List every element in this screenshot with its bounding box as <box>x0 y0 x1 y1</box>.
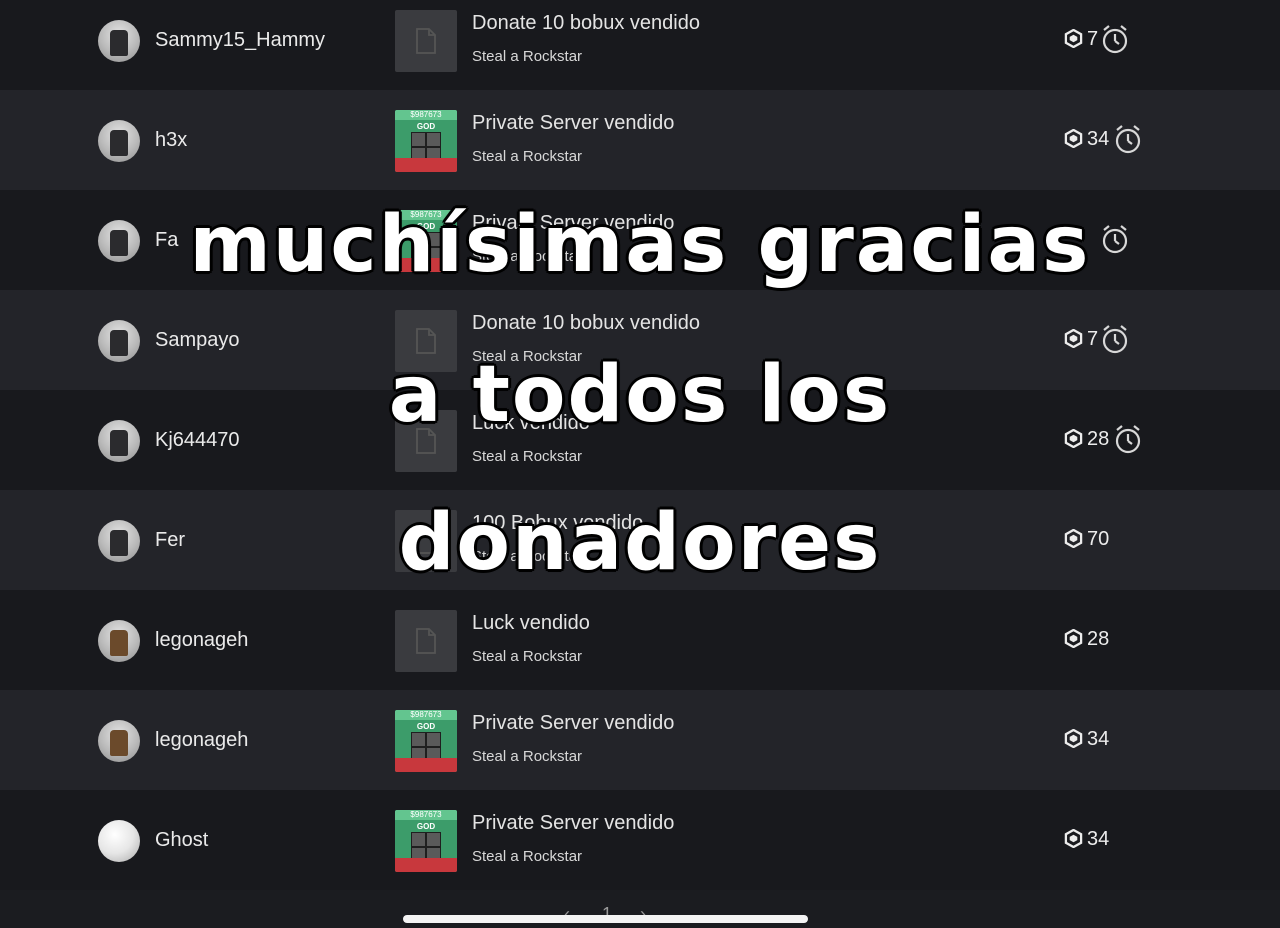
username[interactable]: Ghost <box>155 829 208 852</box>
thumbnail-price: $987673 <box>410 810 442 819</box>
robux-amount: 70 <box>1087 528 1110 550</box>
transaction-row[interactable]: legonageh Luck vendido Steal a Rockstar 28 <box>0 590 1280 690</box>
item-thumbnail: $987673 GOD <box>395 810 457 872</box>
username[interactable]: h3x <box>155 129 187 152</box>
home-indicator[interactable] <box>403 915 808 923</box>
experience-link[interactable]: Steal a Rockstar <box>472 148 582 165</box>
user-avatar[interactable] <box>98 520 140 562</box>
robux-icon <box>1064 128 1083 149</box>
robux-amount: 7 <box>1087 28 1099 50</box>
experience-link[interactable]: Steal a Rockstar <box>472 748 582 765</box>
user-avatar[interactable] <box>98 420 140 462</box>
user-avatar[interactable] <box>98 320 140 362</box>
robux-amount: 28 <box>1087 428 1110 450</box>
robux-amount: 34 <box>1087 128 1110 150</box>
user-avatar[interactable] <box>98 120 140 162</box>
robux-icon <box>1064 328 1083 349</box>
username[interactable]: Fer <box>155 529 185 552</box>
transaction-row[interactable]: Ghost $987673 GOD Private Server vendido Ste… <box>0 790 1280 890</box>
thumbnail-price: $987673 <box>410 210 442 219</box>
user-avatar[interactable] <box>98 720 140 762</box>
placeholder-image-icon <box>395 10 457 72</box>
thumbnail-price: $987673 <box>410 110 442 119</box>
robux-icon <box>1064 528 1083 549</box>
username[interactable]: Fa <box>155 229 178 252</box>
robux-icon <box>1064 28 1083 49</box>
experience-link[interactable]: Steal a Rockstar <box>472 248 582 265</box>
experience-link[interactable]: Steal a Rockstar <box>472 48 582 65</box>
robux-amount: 34 <box>1087 728 1110 750</box>
item-title: Luck vendido <box>472 412 590 434</box>
thumbnail-label: GOD <box>416 222 436 231</box>
username[interactable]: Sampayo <box>155 329 240 352</box>
experience-link[interactable]: Steal a Rockstar <box>472 348 582 365</box>
transaction-row[interactable]: h3x $987673 GOD Private Server vendido Steal… <box>0 90 1280 190</box>
placeholder-image-icon <box>395 510 457 572</box>
placeholder-image-icon <box>395 310 457 372</box>
item-title: Luck vendido <box>472 612 590 634</box>
pending-clock-icon <box>1101 24 1129 54</box>
transaction-row[interactable]: Fa $987673 GOD Private Server vendido Steal … <box>0 190 1280 290</box>
transaction-row[interactable]: Kj644470 Luck vendido Steal a Rockstar 28 <box>0 390 1280 490</box>
item-title: Private Server vendido <box>472 112 675 134</box>
pending-clock-icon <box>1101 324 1129 354</box>
pending-clock-icon <box>1114 124 1142 154</box>
thumbnail-label: GOD <box>416 122 436 131</box>
item-title: Private Server vendido <box>472 812 675 834</box>
robux-amount: 34 <box>1087 828 1110 850</box>
robux-icon <box>1064 828 1083 849</box>
experience-link[interactable]: Steal a Rockstar <box>472 548 582 565</box>
experience-link[interactable]: Steal a Rockstar <box>472 848 582 865</box>
thumbnail-label: GOD <box>416 822 436 831</box>
username[interactable]: Kj644470 <box>155 429 240 452</box>
experience-link[interactable]: Steal a Rockstar <box>472 448 582 465</box>
user-avatar[interactable] <box>98 620 140 662</box>
pending-clock-icon <box>1114 424 1142 454</box>
user-avatar[interactable] <box>98 820 140 862</box>
thumbnail-price: $987673 <box>410 710 442 719</box>
user-avatar[interactable] <box>98 20 140 62</box>
robux-amount: 7 <box>1087 328 1099 350</box>
username[interactable]: legonageh <box>155 629 248 652</box>
placeholder-image-icon <box>395 410 457 472</box>
item-thumbnail: $987673 GOD <box>395 110 457 172</box>
item-title: Private Server vendido <box>472 212 675 234</box>
transaction-row[interactable]: Sampayo Donate 10 bobux vendido Steal a Ro… <box>0 290 1280 390</box>
experience-link[interactable]: Steal a Rockstar <box>472 648 582 665</box>
transaction-row[interactable]: Fer 100 Bobux vendido Steal a Rockstar 70 <box>0 490 1280 590</box>
robux-icon <box>1064 428 1083 449</box>
placeholder-image-icon <box>395 610 457 672</box>
robux-icon <box>1064 728 1083 749</box>
item-title: Donate 10 bobux vendido <box>472 312 700 334</box>
item-thumbnail: $987673 GOD <box>395 710 457 772</box>
item-title: Private Server vendido <box>472 712 675 734</box>
pending-clock-icon <box>1101 224 1129 254</box>
transaction-row[interactable]: Sammy15_Hammy Donate 10 bobux vendido Stea… <box>0 0 1280 90</box>
transaction-row[interactable]: legonageh $987673 GOD Private Server vendid… <box>0 690 1280 790</box>
item-title: 100 Bobux vendido <box>472 512 644 534</box>
robux-icon <box>1064 628 1083 649</box>
item-title: Donate 10 bobux vendido <box>472 12 700 34</box>
username[interactable]: Sammy15_Hammy <box>155 29 325 52</box>
user-avatar[interactable] <box>98 220 140 262</box>
username[interactable]: legonageh <box>155 729 248 752</box>
thumbnail-label: GOD <box>416 722 436 731</box>
item-thumbnail: $987673 GOD <box>395 210 457 272</box>
robux-amount: 28 <box>1087 628 1110 650</box>
